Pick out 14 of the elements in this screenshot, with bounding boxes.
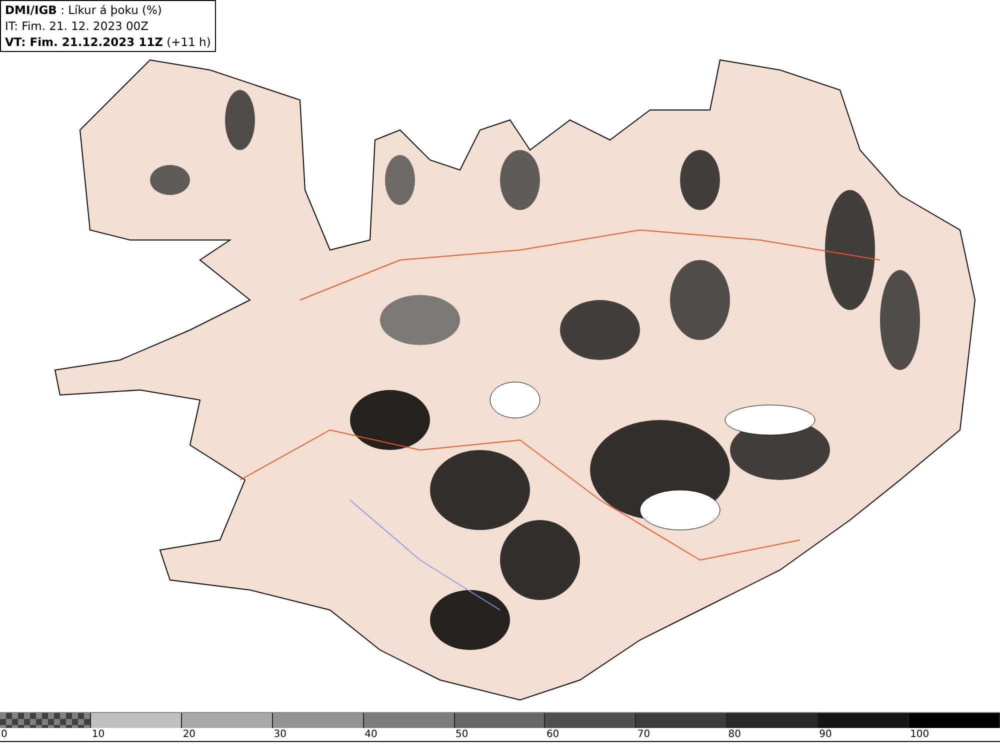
legend-label: 10: [90, 728, 105, 741]
info-line: IT: Fim. 21. 12. 2023 00Z: [5, 18, 150, 34]
legend-label: 40: [364, 728, 378, 741]
legend-label: 60: [545, 728, 560, 741]
legend-label: 100: [909, 728, 930, 741]
legend-label: 90: [818, 728, 832, 741]
legend-label: 20: [182, 728, 196, 741]
legend-label: 0: [0, 728, 8, 741]
info-line: VT: Fim. 21.12.2023 11Z (+11 h): [5, 34, 211, 50]
info-line: DMI/IGB : Líkur á þoku (%): [5, 2, 163, 18]
legend-label: 50: [454, 728, 468, 741]
legend-label: 70: [636, 728, 650, 741]
legend-label: 30: [272, 728, 286, 741]
legend-label: 80: [727, 728, 741, 741]
